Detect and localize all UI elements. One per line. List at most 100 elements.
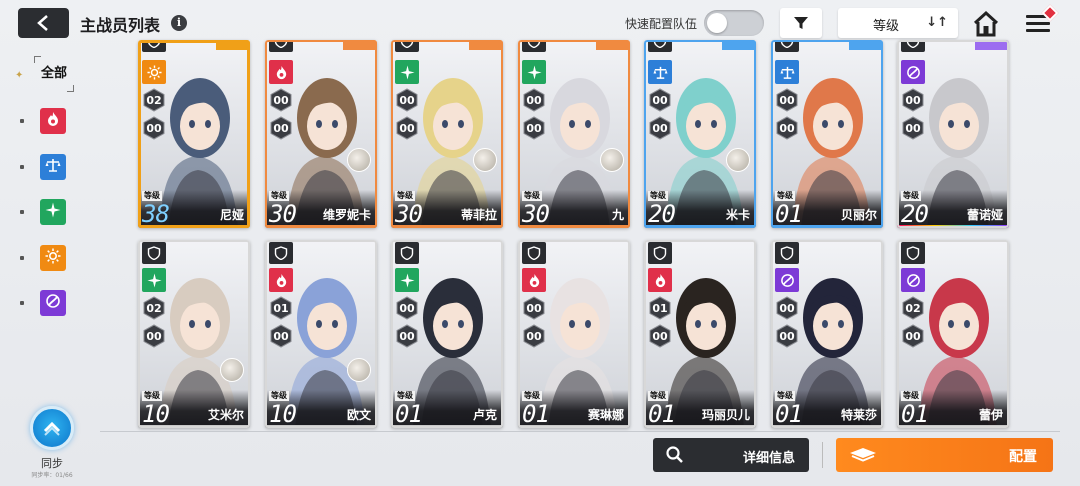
- configure-label: 配置: [1009, 449, 1037, 465]
- rank-hex-badge: 01: [649, 296, 671, 320]
- level-value: 10: [269, 400, 297, 428]
- character-card[interactable]: 02 00 等级 38 尼娅: [138, 40, 250, 228]
- character-card[interactable]: 00 00 等级 20 米卡: [644, 40, 756, 228]
- star-hex-badge: 00: [902, 324, 924, 348]
- star-value: 00: [905, 121, 921, 135]
- balance-element-icon: [775, 60, 799, 84]
- sidebar-item-sun[interactable]: [40, 245, 66, 271]
- class-shield-icon: [522, 242, 546, 264]
- class-shield-icon: [395, 40, 419, 52]
- sidebar-item-void[interactable]: [40, 290, 66, 316]
- page-title: 主战员列表: [80, 16, 161, 35]
- star-value: 00: [779, 121, 795, 135]
- character-card[interactable]: 01 00 等级 10 欧文: [265, 240, 377, 428]
- character-card[interactable]: 02 00 等级 01 蕾伊: [897, 240, 1009, 428]
- fire-element-icon: [648, 268, 672, 292]
- star-hex-badge: 00: [776, 324, 798, 348]
- sync-label: 同步: [41, 457, 63, 470]
- star-hex-badge: 00: [523, 116, 545, 140]
- star-value: 00: [273, 329, 289, 343]
- sun-element-icon: [142, 60, 166, 84]
- star-value: 00: [399, 121, 415, 135]
- class-shield-icon: [901, 242, 925, 264]
- character-card[interactable]: 00 00 等级 30 九: [518, 40, 630, 228]
- class-shield-icon: [775, 242, 799, 264]
- star-hex-badge: 00: [649, 116, 671, 140]
- character-name: 特莱莎: [840, 408, 877, 422]
- character-name: 维罗妮卡: [322, 208, 371, 222]
- filter-button[interactable]: [780, 8, 822, 38]
- back-button[interactable]: [18, 8, 69, 38]
- character-card[interactable]: 00 00 等级 20 蕾诺娅: [897, 40, 1009, 228]
- rank-hex-badge: 00: [523, 88, 545, 112]
- rank-hex-badge: 00: [523, 296, 545, 320]
- character-card[interactable]: 00 00 等级 30 蒂菲拉: [391, 40, 503, 228]
- level-value: 20: [648, 200, 676, 228]
- configure-button[interactable]: 配置: [836, 438, 1053, 472]
- footer-separator: [822, 442, 823, 468]
- character-card[interactable]: 00 00 等级 01 卢克: [391, 240, 503, 428]
- star-value: 00: [526, 121, 542, 135]
- rank-hex-badge: 02: [902, 296, 924, 320]
- class-shield-icon: [395, 242, 419, 264]
- rank-hex-badge: 00: [902, 88, 924, 112]
- sort-dropdown[interactable]: 等级 ↓↑: [838, 8, 958, 38]
- balance-element-icon: [648, 60, 672, 84]
- rank-hex-badge: 00: [649, 88, 671, 112]
- character-name: 卢克: [472, 408, 497, 422]
- rank-value: 02: [146, 93, 162, 107]
- footer-divider: [100, 431, 1060, 432]
- character-card[interactable]: 02 00 等级 10 艾米尔: [138, 240, 250, 428]
- home-button[interactable]: [972, 10, 1000, 38]
- character-name: 欧文: [346, 408, 371, 422]
- character-name: 贝丽尔: [840, 208, 877, 222]
- character-name: 蕾伊: [978, 408, 1003, 422]
- rank-value: 00: [779, 301, 795, 315]
- toggle-knob: [707, 13, 727, 33]
- rarity-bar: [391, 225, 503, 228]
- rarity-bar: [897, 425, 1009, 428]
- star-value: 00: [273, 121, 289, 135]
- sidebar-item-fire[interactable]: [40, 108, 66, 134]
- character-card[interactable]: 00 00 等级 01 特莱莎: [771, 240, 883, 428]
- sync-icon: [43, 421, 61, 436]
- character-name: 玛丽贝儿: [701, 408, 750, 422]
- character-card[interactable]: 00 00 等级 30 维罗妮卡: [265, 40, 377, 228]
- info-icon[interactable]: i: [171, 15, 187, 31]
- menu-line: [1026, 22, 1050, 25]
- sidebar-item-wind[interactable]: [40, 199, 66, 225]
- sidebar-item-balance[interactable]: [40, 154, 66, 180]
- sort-order-icon[interactable]: ↓↑: [926, 15, 948, 30]
- rank-value: 01: [273, 301, 289, 315]
- companion-avatar: [600, 148, 624, 172]
- rarity-bar: [897, 225, 1009, 228]
- character-card[interactable]: 00 00 等级 01 贝丽尔: [771, 40, 883, 228]
- rarity-bar: [518, 225, 630, 228]
- character-name: 米卡: [725, 208, 750, 222]
- level-value: 01: [395, 400, 423, 428]
- rank-value: 00: [779, 93, 795, 107]
- level-value: 38: [142, 200, 170, 228]
- rarity-bar: [771, 425, 883, 428]
- class-shield-icon: [142, 242, 166, 264]
- rank-hex-badge: 00: [776, 88, 798, 112]
- character-card[interactable]: 00 00 等级 01 赛琳娜: [518, 240, 630, 428]
- character-card[interactable]: 01 00 等级 01 玛丽贝儿: [644, 240, 756, 428]
- detail-info-button[interactable]: 详细信息: [653, 438, 809, 472]
- rarity-corner-tag: [596, 40, 630, 50]
- companion-avatar: [726, 148, 750, 172]
- character-name: 尼娅: [219, 208, 244, 222]
- sync-button[interactable]: [30, 406, 74, 450]
- sidebar-item-all[interactable]: 全部: [34, 56, 74, 92]
- star-hex-badge: 00: [270, 324, 292, 348]
- rarity-corner-tag: [975, 40, 1009, 50]
- rarity-bar: [138, 225, 250, 228]
- menu-line: [1026, 29, 1050, 32]
- rarity-bar: [644, 425, 756, 428]
- star-hex-badge: 00: [270, 116, 292, 140]
- rarity-corner-tag: [849, 40, 883, 50]
- rank-hex-badge: 02: [143, 88, 165, 112]
- companion-avatar: [347, 358, 371, 382]
- quick-config-toggle[interactable]: [704, 10, 764, 36]
- detail-info-label: 详细信息: [742, 451, 795, 466]
